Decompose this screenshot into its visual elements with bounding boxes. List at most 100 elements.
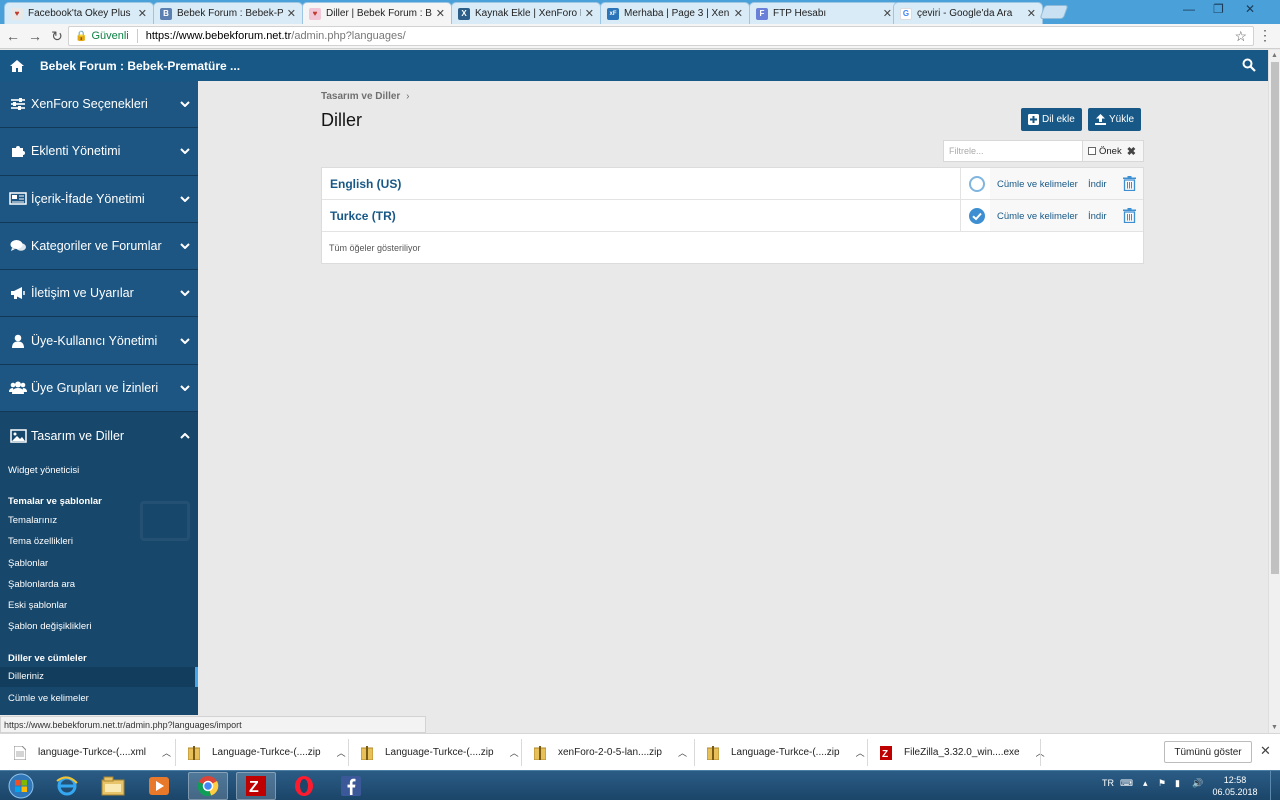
windows-start-icon[interactable] <box>4 772 38 800</box>
sidebar-item-communication[interactable]: İletişim ve Uyarılar <box>0 270 198 318</box>
taskbar-ie-icon[interactable] <box>47 772 87 800</box>
browser-menu-icon[interactable]: ⋮ <box>1258 27 1272 44</box>
users-icon <box>9 380 27 396</box>
window-close-icon[interactable]: ✕ <box>1245 2 1255 16</box>
trash-icon[interactable] <box>1123 176 1136 191</box>
browser-tab[interactable]: X Kaynak Ekle | XenForo De ✕ <box>451 2 601 24</box>
browser-tab[interactable]: B Bebek Forum : Bebek-Prem ✕ <box>153 2 303 24</box>
scroll-down-icon[interactable]: ▼ <box>1271 724 1278 731</box>
browser-tab[interactable]: G çeviri - Google'da Ara ✕ <box>893 2 1043 24</box>
tab-close-icon[interactable]: ✕ <box>436 7 445 20</box>
sidebar-link-phrases[interactable]: Cümle ve kelimeler <box>0 693 89 704</box>
upload-button[interactable]: Yükle <box>1088 108 1142 131</box>
show-all-downloads-button[interactable]: Tümünü göster <box>1164 741 1252 763</box>
scrollbar-thumb[interactable] <box>1271 62 1279 574</box>
bookmark-star-icon[interactable]: ☆ <box>1234 28 1247 45</box>
default-language-radio-checked[interactable] <box>969 208 985 224</box>
download-item[interactable]: Language-Turkce-(....zip ︿ <box>707 740 865 765</box>
download-item[interactable]: xenForo-2-0-5-lan....zip ︿ <box>534 740 687 765</box>
tab-close-icon[interactable]: ✕ <box>585 7 594 20</box>
prefix-checkbox[interactable] <box>1088 147 1096 155</box>
sidebar-link-languages[interactable]: Dilleriniz <box>0 667 198 687</box>
tab-close-icon[interactable]: ✕ <box>734 7 743 20</box>
taskbar-explorer-icon[interactable] <box>93 772 133 800</box>
show-desktop-button[interactable] <box>1270 771 1280 800</box>
default-language-radio[interactable] <box>969 176 985 192</box>
sidebar-watermark-icon <box>140 501 190 541</box>
download-link[interactable]: İndir <box>1088 179 1106 190</box>
search-icon[interactable] <box>1242 58 1256 72</box>
taskbar-filezilla-icon[interactable]: Z <box>236 772 276 800</box>
file-icon <box>14 745 26 760</box>
input-language-indicator[interactable]: TR <box>1102 778 1114 788</box>
browser-tab-active[interactable]: ♥ Diller | Bebek Forum : Bebe ✕ <box>302 2 452 24</box>
sidebar-item-forums[interactable]: Kategoriler ve Forumlar <box>0 222 198 271</box>
chevron-up-icon[interactable]: ︿ <box>337 746 346 759</box>
sidebar-item-options[interactable]: XenForo Seçenekleri <box>0 81 198 129</box>
taskbar-opera-icon[interactable] <box>284 772 324 800</box>
sidebar-item-users[interactable]: Üye-Kullanıcı Yönetimi <box>0 317 198 365</box>
trash-icon[interactable] <box>1123 208 1136 223</box>
clear-filter-icon[interactable]: ✖ <box>1127 145 1136 158</box>
taskbar-media-player-icon[interactable] <box>139 772 179 800</box>
page-scrollbar[interactable]: ▲ ▼ <box>1268 50 1280 733</box>
reload-icon[interactable]: ↻ <box>46 28 68 45</box>
minimize-icon[interactable]: — <box>1183 2 1195 16</box>
language-name-link[interactable]: Turkce (TR) <box>330 209 396 223</box>
chevron-up-icon[interactable]: ︿ <box>678 746 687 759</box>
browser-tab[interactable]: F FTP Hesabı ✕ <box>749 2 899 24</box>
scroll-up-icon[interactable]: ▲ <box>1271 52 1278 59</box>
tab-close-icon[interactable]: ✕ <box>883 7 892 20</box>
download-item[interactable]: Language-Turkce-(....zip ︿ <box>188 740 346 765</box>
keyboard-icon[interactable]: ⌨ <box>1120 778 1133 789</box>
forward-icon[interactable]: → <box>24 28 46 44</box>
sidebar-link-outdated-templates[interactable]: Eski şablonlar <box>0 600 67 611</box>
home-icon[interactable] <box>9 58 25 74</box>
volume-icon[interactable]: 🔊 <box>1192 778 1203 789</box>
sidebar-item-content[interactable]: İçerik-İfade Yönetimi <box>0 175 198 223</box>
tab-close-icon[interactable]: ✕ <box>287 7 296 20</box>
sidebar-link-widgets[interactable]: Widget yöneticisi <box>0 465 79 476</box>
breadcrumb-link[interactable]: Tasarım ve Diller <box>321 91 400 102</box>
network-icon[interactable]: ▮ <box>1175 778 1180 789</box>
phrases-link[interactable]: Cümle ve kelimeler <box>997 179 1078 190</box>
chevron-down-icon <box>180 243 190 250</box>
new-tab-button[interactable] <box>1039 5 1069 19</box>
sidebar-item-appearance[interactable]: Tasarım ve Diller <box>0 412 198 460</box>
chevron-up-icon[interactable]: ︿ <box>856 746 865 759</box>
download-item[interactable]: language-Turkce-(....xml ︿ <box>14 740 171 765</box>
phrases-link[interactable]: Cümle ve kelimeler <box>997 211 1078 222</box>
tab-close-icon[interactable]: ✕ <box>138 7 147 20</box>
download-link[interactable]: İndir <box>1088 211 1106 222</box>
sidebar-item-label: XenForo Seçenekleri <box>31 97 148 112</box>
filter-input[interactable]: Filtrele... <box>944 141 1083 161</box>
download-item[interactable]: Language-Turkce-(....zip ︿ <box>361 740 519 765</box>
taskbar-clock[interactable]: 12:58 06.05.2018 <box>1210 774 1260 798</box>
sidebar-link-theme-properties[interactable]: Tema özellikleri <box>0 536 73 547</box>
sidebar-link-templates[interactable]: Şablonlar <box>0 558 48 569</box>
chevron-up-icon[interactable]: ︿ <box>510 746 519 759</box>
flag-icon[interactable]: ⚑ <box>1158 778 1166 789</box>
url-input[interactable]: 🔒 Güvenli https://www.bebekforum.net.tr /… <box>68 26 1254 46</box>
close-download-bar-icon[interactable]: ✕ <box>1260 743 1271 759</box>
board-title[interactable]: Bebek Forum : Bebek-Prematüre ... <box>40 59 240 73</box>
tab-close-icon[interactable]: ✕ <box>1027 7 1036 20</box>
sidebar-item-groups[interactable]: Üye Grupları ve İzinleri <box>0 364 198 413</box>
tray-expand-icon[interactable]: ▴ <box>1143 778 1148 789</box>
taskbar-chrome-icon[interactable] <box>188 772 228 800</box>
taskbar-facebook-icon[interactable] <box>331 772 371 800</box>
sidebar-link-template-modifications[interactable]: Şablon değişiklikleri <box>0 621 91 632</box>
sidebar-item-addons[interactable]: Eklenti Yönetimi <box>0 128 198 176</box>
back-icon[interactable]: ← <box>2 28 24 44</box>
language-name-link[interactable]: English (US) <box>330 177 401 191</box>
add-language-button[interactable]: Dil ekle <box>1021 108 1082 131</box>
browser-tab[interactable]: xF Merhaba | Page 3 | XenM ✕ <box>600 2 750 24</box>
table-row: English (US) Cümle ve kelimeler İndir <box>322 168 1143 200</box>
sidebar-link-search-templates[interactable]: Şablonlarda ara <box>0 579 75 590</box>
restore-icon[interactable]: ❐ <box>1213 2 1224 16</box>
browser-tab[interactable]: ♥ Facebook'ta Okey Plus ✕ <box>4 2 154 24</box>
prefix-label: Önek <box>1099 145 1122 157</box>
sidebar-link-themes[interactable]: Temalarınız <box>0 515 57 526</box>
chevron-up-icon[interactable]: ︿ <box>162 746 171 759</box>
download-item[interactable]: Z FileZilla_3.32.0_win....exe ︿ <box>880 740 1045 765</box>
